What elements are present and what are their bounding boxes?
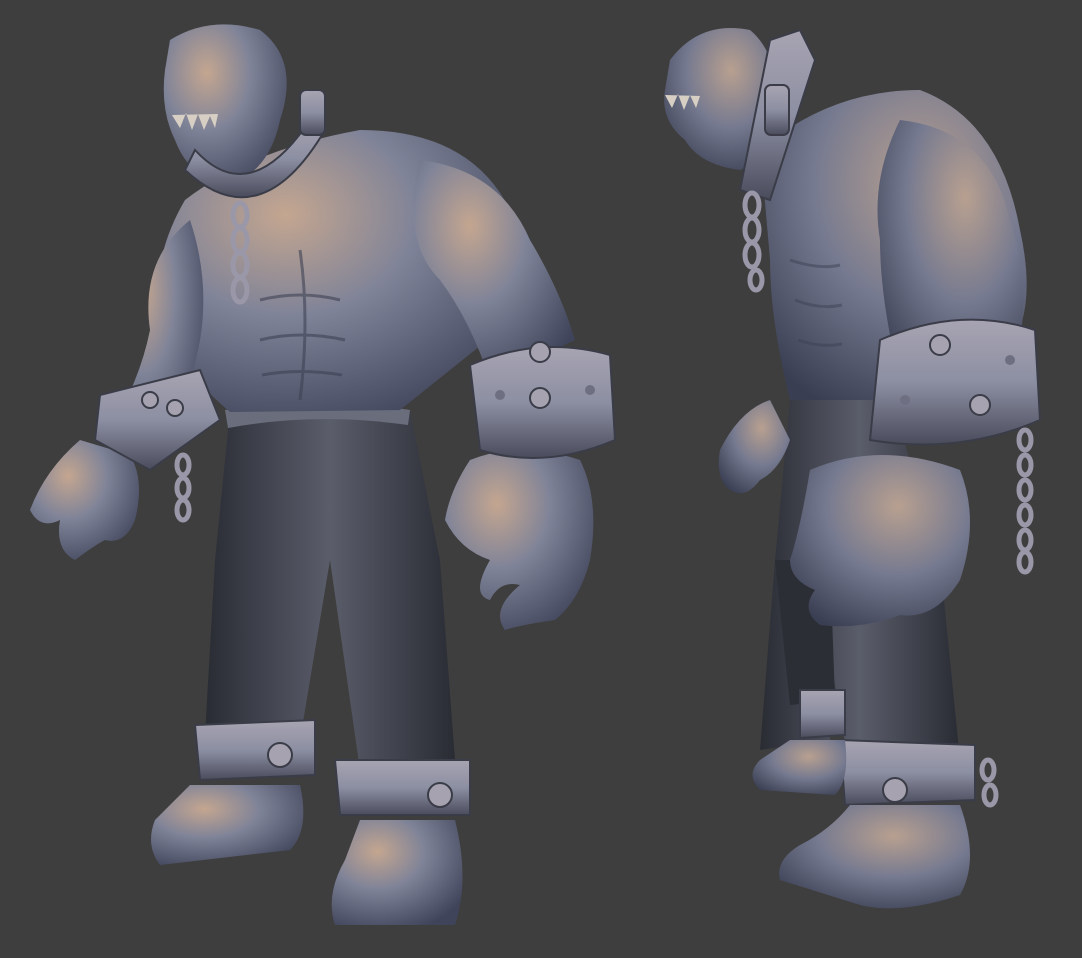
front-foot bbox=[779, 805, 970, 909]
back-ankle-shackle bbox=[799, 689, 846, 740]
left-foot bbox=[151, 785, 304, 865]
right-wrist-shackle bbox=[468, 341, 617, 459]
front-ankle-shackle bbox=[838, 738, 976, 807]
right-ankle-shackle bbox=[333, 759, 471, 816]
viewport-canvas bbox=[0, 0, 1082, 958]
right-hand bbox=[445, 450, 594, 630]
wrist-chain bbox=[174, 452, 192, 523]
neck-chain bbox=[742, 190, 765, 293]
pants bbox=[205, 402, 455, 770]
wrist-chain bbox=[1016, 427, 1034, 575]
back-arm-hand bbox=[718, 400, 790, 494]
front-hand bbox=[790, 455, 970, 627]
left-hand bbox=[30, 440, 139, 560]
wrist-shackle bbox=[868, 318, 1042, 446]
ankle-chain bbox=[979, 757, 999, 808]
right-foot bbox=[331, 820, 463, 925]
side-view bbox=[664, 28, 1042, 909]
three-quarter-front-view bbox=[30, 24, 617, 925]
render-svg bbox=[30, 24, 1042, 925]
left-ankle-shackle bbox=[193, 718, 316, 782]
